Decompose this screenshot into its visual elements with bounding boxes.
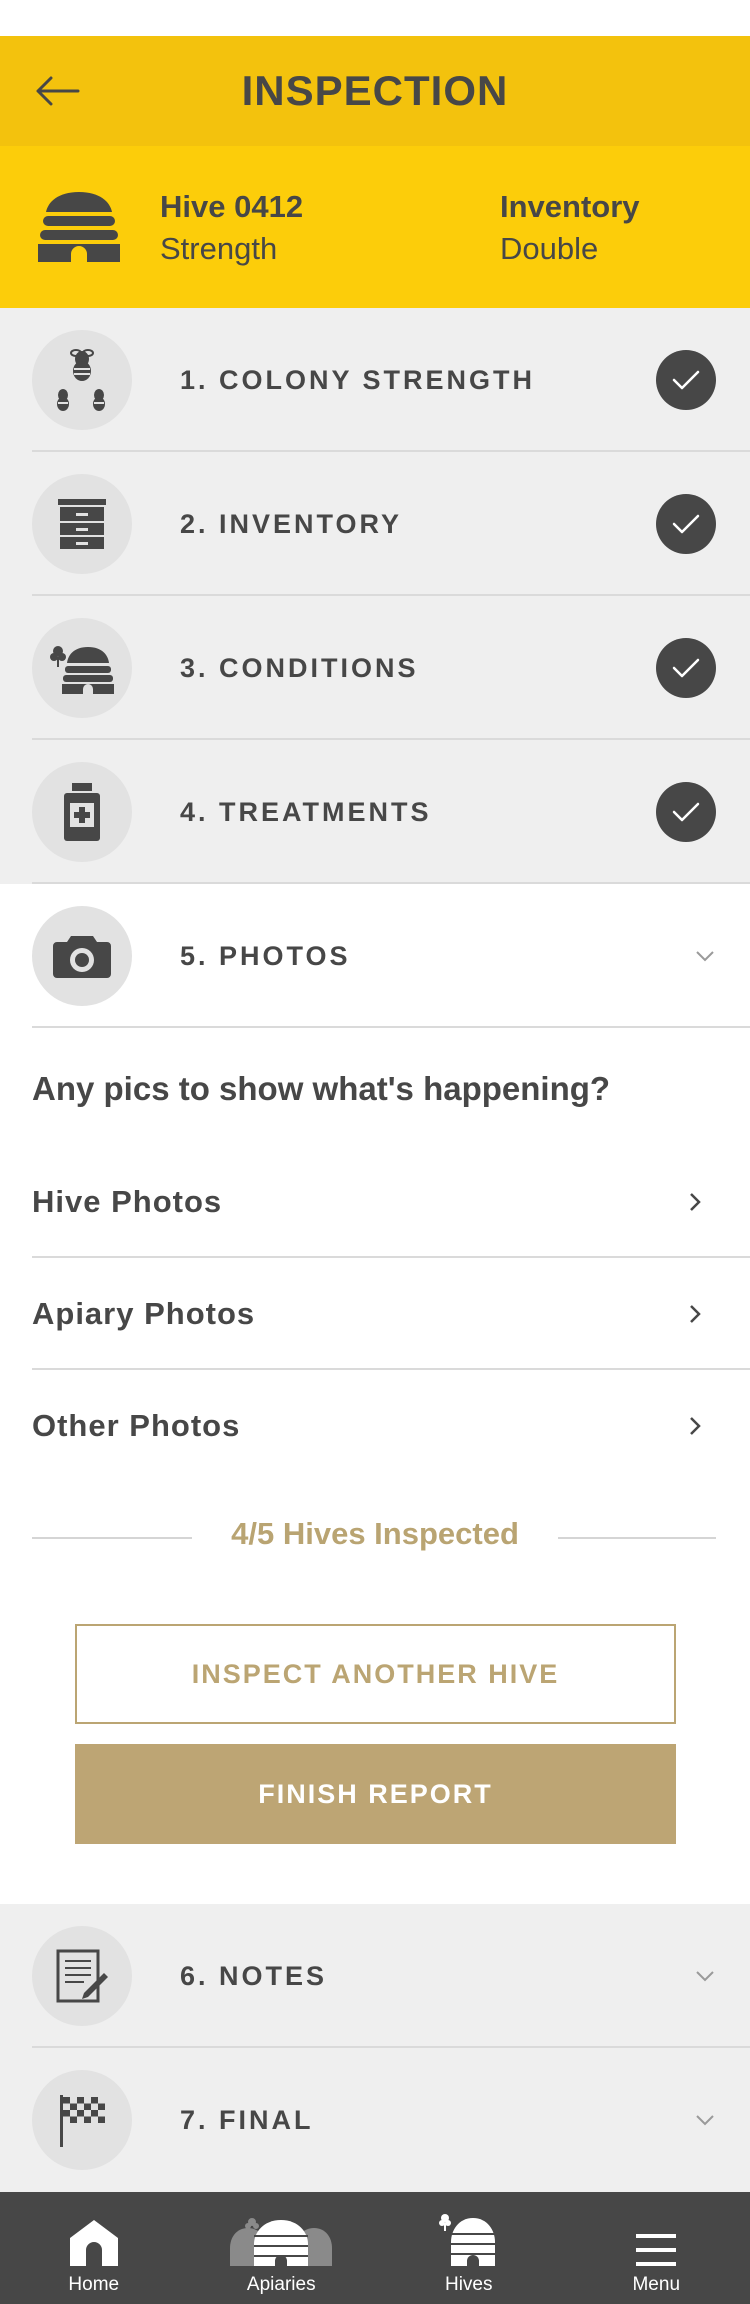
inspect-another-hive-button[interactable]: INSPECT ANOTHER HIVE [75, 1624, 676, 1724]
section-title: 1. COLONY STRENGTH [180, 364, 536, 395]
hamburger-menu-icon [634, 2192, 678, 2268]
tab-label: Menu [632, 2274, 681, 2295]
tab-home[interactable]: Home [0, 2192, 188, 2304]
section-inventory[interactable]: 2. INVENTORY [0, 452, 750, 596]
hive-name-block: Hive 0412 Strength [160, 186, 303, 270]
hive-with-tree-icon [50, 646, 114, 694]
back-button[interactable] [30, 63, 86, 119]
chevron-right-icon [680, 1184, 710, 1220]
section-icon-circle [32, 330, 132, 430]
complete-badge [656, 638, 716, 698]
chevron-down-icon [690, 1961, 720, 1991]
divider [558, 1537, 716, 1539]
section-title: 7. FINAL [180, 2104, 314, 2135]
remaining-sections: 6. NOTES 7. FINAL [0, 1904, 750, 2192]
hive-type-label: Inventory [500, 189, 640, 224]
chevron-right-icon [680, 1296, 710, 1332]
finish-report-button[interactable]: FINISH REPORT [75, 1744, 676, 1844]
hive-name-sub: Strength [160, 231, 278, 266]
notepad-icon [56, 1949, 108, 2003]
section-icon-circle [32, 762, 132, 862]
apiary-photos-row[interactable]: Apiary Photos [0, 1258, 750, 1370]
complete-badge [656, 350, 716, 410]
checkmark-icon [672, 514, 700, 534]
row-label: Hive Photos [32, 1184, 223, 1219]
section-title: 2. INVENTORY [180, 508, 403, 539]
tab-apiaries[interactable]: Apiaries [188, 2192, 376, 2304]
divider [32, 1026, 750, 1028]
bees-icon [57, 349, 105, 411]
hive-type-value: Double [500, 231, 599, 266]
section-icon-circle [32, 474, 132, 574]
hive-type-block: Inventory Double [500, 186, 640, 270]
section-final[interactable]: 7. FINAL [0, 2048, 750, 2192]
medicine-bottle-icon [64, 783, 100, 841]
checkmark-icon [672, 658, 700, 678]
complete-badge [656, 782, 716, 842]
section-icon-circle [32, 906, 132, 1006]
camera-icon [53, 936, 111, 978]
hive-photos-row[interactable]: Hive Photos [0, 1146, 750, 1258]
hive-summary: Hive 0412 Strength Inventory Double [0, 146, 750, 308]
apiaries-icon [226, 2192, 336, 2268]
hive-name: Hive 0412 [160, 189, 304, 224]
section-title: 6. NOTES [180, 1960, 328, 1991]
home-icon [68, 2192, 120, 2268]
tab-label: Apiaries [246, 2274, 316, 2295]
section-treatments[interactable]: 4. TREATMENTS [0, 740, 750, 884]
page-title: INSPECTION [241, 67, 509, 114]
chevron-down-icon [690, 2105, 720, 2135]
tab-label: Home [68, 2274, 120, 2295]
checkered-flag-icon [60, 2095, 105, 2147]
photos-prompt: Any pics to show what's happening? [32, 1070, 611, 1107]
section-conditions[interactable]: 3. CONDITIONS [0, 596, 750, 740]
hive-boxes-icon [58, 499, 106, 549]
section-photos[interactable]: 5. PHOTOS [0, 884, 750, 1028]
section-icon-circle [32, 618, 132, 718]
inspection-progress: 4/5 Hives Inspected [0, 1500, 750, 1576]
status-bar [0, 0, 750, 36]
app-header: INSPECTION [0, 36, 750, 146]
section-icon-circle [32, 1926, 132, 2026]
hive-icon [437, 2192, 501, 2268]
chevron-right-icon [680, 1408, 710, 1444]
progress-text: 4/5 Hives Inspected [231, 1516, 519, 1551]
section-colony-strength[interactable]: 1. COLONY STRENGTH [0, 308, 750, 452]
checkmark-icon [672, 370, 700, 390]
section-title: 3. CONDITIONS [180, 652, 419, 683]
checkmark-icon [672, 802, 700, 822]
arrow-left-icon [36, 76, 80, 106]
chevron-down-icon [690, 941, 720, 971]
tab-label: Hives [444, 2274, 493, 2295]
tab-menu[interactable]: Menu [563, 2192, 750, 2304]
row-label: Other Photos [32, 1408, 241, 1443]
row-label: Apiary Photos [32, 1296, 256, 1331]
section-notes[interactable]: 6. NOTES [0, 1904, 750, 2048]
section-icon-circle [32, 2070, 132, 2170]
section-title: 4. TREATMENTS [180, 796, 432, 827]
bottom-tab-bar: Home Apiaries Hives Menu [0, 2192, 750, 2304]
section-title: 5. PHOTOS [180, 940, 351, 971]
complete-badge [656, 494, 716, 554]
tab-hives[interactable]: Hives [375, 2192, 563, 2304]
other-photos-row[interactable]: Other Photos [0, 1370, 750, 1482]
beehive-icon [38, 192, 120, 262]
